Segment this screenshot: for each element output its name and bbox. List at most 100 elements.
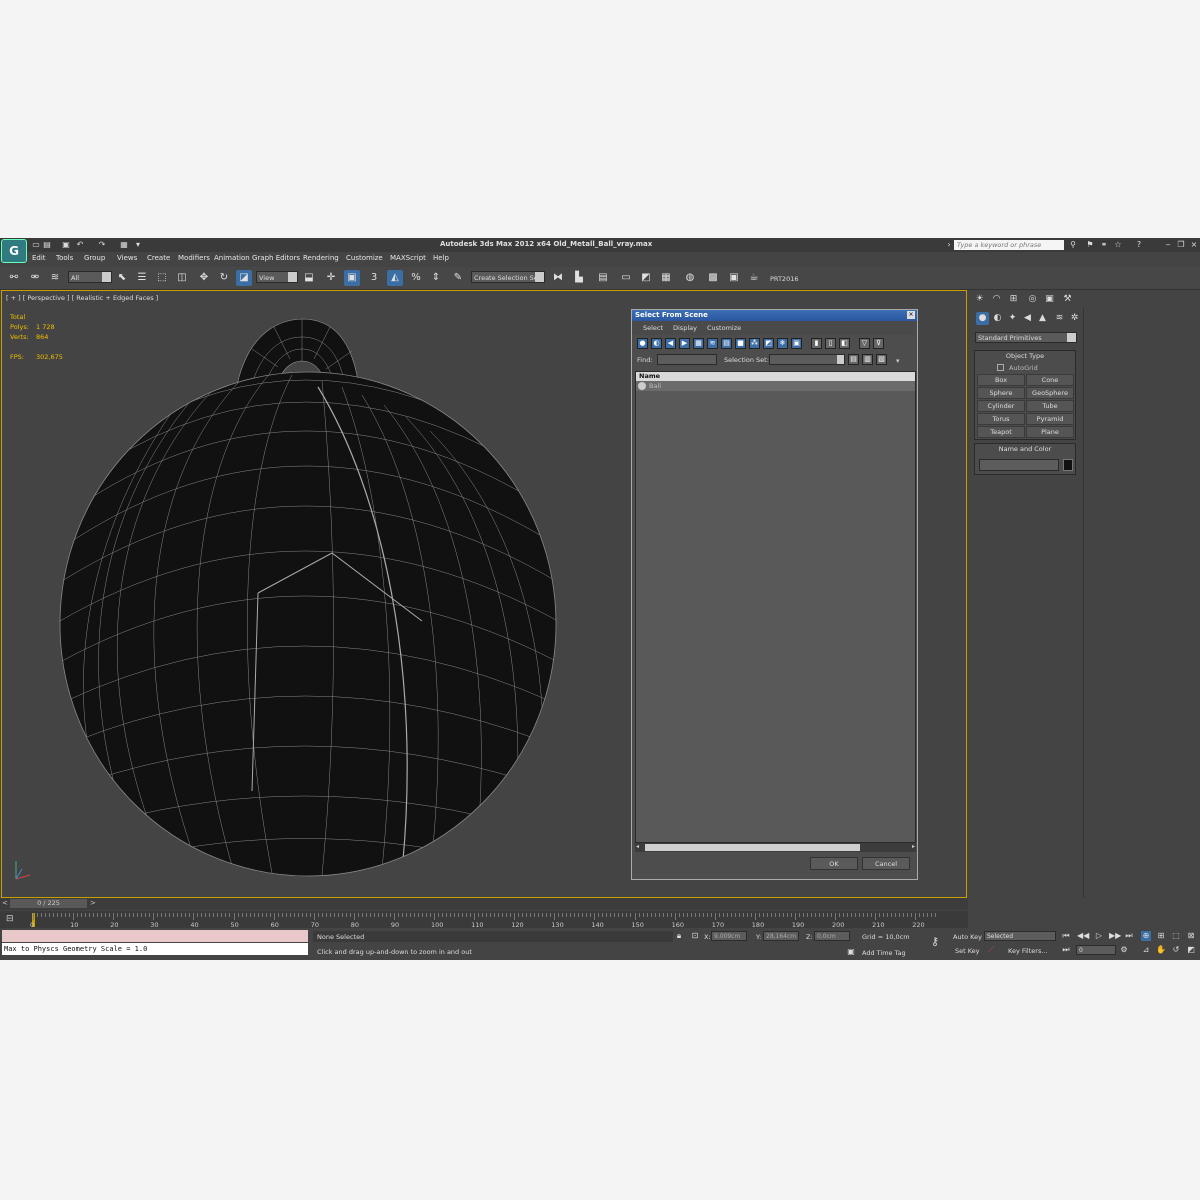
previous-frame-icon[interactable]: < xyxy=(2,899,8,907)
pyramid-button[interactable]: Pyramid xyxy=(1026,413,1074,425)
display-geometry-icon[interactable]: ● xyxy=(637,338,648,349)
menu-edit[interactable]: Edit xyxy=(32,254,46,262)
subscription-icon[interactable]: ⚑ xyxy=(1085,240,1095,250)
redo-icon[interactable]: ↷ xyxy=(98,240,106,250)
cone-button[interactable]: Cone xyxy=(1026,374,1074,386)
track-bar[interactable]: ⊟ 0 10 20 30 40 50 60 70 80 90 100 110 120 130 140 150 1… xyxy=(0,911,968,929)
object-category-dropdown[interactable]: Standard Primitives xyxy=(975,332,1077,343)
orbit-icon[interactable]: ↺ xyxy=(1171,945,1181,955)
menu-tools[interactable]: Tools xyxy=(56,254,73,262)
geometry-icon[interactable]: ● xyxy=(976,312,989,325)
select-manipulate-icon[interactable]: ✛ xyxy=(323,270,339,286)
restore-icon[interactable]: ❐ xyxy=(1176,240,1186,250)
app-logo-button[interactable]: G xyxy=(1,239,27,263)
communication-icon[interactable]: ⚭ xyxy=(1099,240,1109,250)
x-coordinate-input[interactable]: 9,009cm xyxy=(711,931,747,941)
add-time-tag[interactable]: Add Time Tag xyxy=(862,949,906,957)
filter-options-icon[interactable]: ⊽ xyxy=(873,338,884,349)
menu-maxscript[interactable]: MAXScript xyxy=(390,254,426,262)
display-tab-icon[interactable]: ▣ xyxy=(1043,293,1056,306)
close-icon[interactable]: × xyxy=(907,311,915,319)
help-icon[interactable]: ? xyxy=(1134,240,1144,250)
lock-selection-icon[interactable]: 🔒︎ xyxy=(674,931,684,941)
object-name-input[interactable] xyxy=(979,459,1059,471)
time-configuration-icon[interactable]: ⚙ xyxy=(1119,945,1129,955)
select-influences-icon[interactable]: ▧ xyxy=(876,354,887,365)
rendered-frame-window-icon[interactable]: ▣ xyxy=(726,270,742,286)
geosphere-button[interactable]: GeoSphere xyxy=(1026,387,1074,399)
autogrid-checkbox[interactable] xyxy=(997,364,1004,371)
select-invert-icon[interactable]: ◧ xyxy=(839,338,850,349)
material-editor-icon[interactable]: ◍ xyxy=(682,270,698,286)
cancel-button[interactable]: Cancel xyxy=(862,857,910,870)
project-folder-icon[interactable]: ▦ xyxy=(120,240,128,250)
cylinder-button[interactable]: Cylinder xyxy=(977,400,1025,412)
open-file-icon[interactable]: ▤ xyxy=(43,240,51,250)
named-selection-set-dropdown[interactable]: Create Selection Se xyxy=(471,271,545,283)
lights-icon[interactable]: ✦ xyxy=(1006,312,1019,325)
utilities-tab-icon[interactable]: ⚒ xyxy=(1061,293,1074,306)
render-production-icon[interactable]: ☕ xyxy=(746,270,762,286)
y-coordinate-input[interactable]: 28,164cm xyxy=(763,931,799,941)
zoom-extents-all-icon[interactable]: ⊠ xyxy=(1186,931,1196,941)
plane-button[interactable]: Plane xyxy=(1026,426,1074,438)
schematic-view-icon[interactable]: ▦ xyxy=(658,270,674,286)
menu-customize[interactable]: Customize xyxy=(346,254,383,262)
align-icon[interactable]: ▙ xyxy=(571,270,587,286)
next-frame-icon[interactable]: > xyxy=(90,899,96,907)
key-filters-button[interactable]: Key Filters... xyxy=(1008,947,1048,955)
select-by-name-icon[interactable]: ☰ xyxy=(134,270,150,286)
display-xrefs-icon[interactable]: ■ xyxy=(735,338,746,349)
tube-button[interactable]: Tube xyxy=(1026,400,1074,412)
display-containers-icon[interactable]: ◩ xyxy=(763,338,774,349)
absolute-mode-icon[interactable]: ⊡ xyxy=(690,931,700,941)
render-setup-icon[interactable]: ▩ xyxy=(705,270,721,286)
display-cameras-icon[interactable]: ▶ xyxy=(679,338,690,349)
display-bones-icon[interactable]: ⁂ xyxy=(749,338,760,349)
maxscript-listener-input[interactable] xyxy=(2,930,308,942)
spinner-snap-icon[interactable]: ⇕ xyxy=(428,270,444,286)
menu-rendering[interactable]: Rendering xyxy=(303,254,339,262)
display-lights-icon[interactable]: ◀ xyxy=(665,338,676,349)
select-object-icon[interactable]: ⬉ xyxy=(114,270,130,286)
selection-filter-dropdown[interactable]: All xyxy=(68,271,112,283)
create-tab-icon[interactable]: ☀ xyxy=(973,293,986,306)
window-crossing-icon[interactable]: ◫ xyxy=(174,270,190,286)
display-frozen-icon[interactable]: ❄ xyxy=(777,338,788,349)
curve-editor-icon[interactable]: ◩ xyxy=(638,270,654,286)
display-groups-icon[interactable]: ▤ xyxy=(721,338,732,349)
link-icon[interactable]: ⚯ xyxy=(6,270,22,286)
next-key-icon[interactable]: ▶▶ xyxy=(1109,931,1121,941)
scroll-right-icon[interactable]: ▸ xyxy=(912,843,915,850)
select-none-icon[interactable]: ▯ xyxy=(825,338,836,349)
display-helpers-icon[interactable]: ▦ xyxy=(693,338,704,349)
bind-spacewarp-icon[interactable]: ≋ xyxy=(47,270,63,286)
object-type-title[interactable]: Object Type xyxy=(975,351,1075,361)
menu-help[interactable]: Help xyxy=(433,254,449,262)
graphite-ribbon-icon[interactable]: ▭ xyxy=(618,270,634,286)
modify-tab-icon[interactable]: ◠ xyxy=(990,293,1003,306)
rotate-icon[interactable]: ↻ xyxy=(216,270,232,286)
dialog-menu-display[interactable]: Display xyxy=(673,324,697,332)
keyboard-shortcut-override-icon[interactable]: ▣ xyxy=(344,270,360,286)
unlink-icon[interactable]: ⚮ xyxy=(27,270,43,286)
spacewarps-icon[interactable]: ≋ xyxy=(1053,312,1066,325)
selection-set-dropdown[interactable] xyxy=(769,354,845,365)
menu-create[interactable]: Create xyxy=(147,254,170,262)
maximize-viewport-icon[interactable]: ◩ xyxy=(1186,945,1196,955)
angle-snap-icon[interactable]: ◭ xyxy=(387,270,403,286)
filter-icon[interactable]: ▽ xyxy=(859,338,870,349)
zoom-all-icon[interactable]: ⊞ xyxy=(1156,931,1166,941)
favorites-icon[interactable]: ☆ xyxy=(1113,240,1123,250)
percent-snap-icon[interactable]: % xyxy=(408,270,424,286)
menu-group[interactable]: Group xyxy=(84,254,105,262)
find-input[interactable] xyxy=(657,354,717,365)
minimize-icon[interactable]: ‒ xyxy=(1163,240,1173,250)
goto-start-icon[interactable]: ⏮ xyxy=(1061,931,1071,941)
hierarchy-tab-icon[interactable]: ⊞ xyxy=(1007,293,1020,306)
cameras-icon[interactable]: ◀ xyxy=(1021,312,1034,325)
zoom-icon[interactable]: ⊕ xyxy=(1141,931,1151,941)
horizontal-scrollbar[interactable]: ◂ ▸ xyxy=(635,843,916,852)
reference-coordinate-dropdown[interactable]: View xyxy=(256,271,298,283)
z-coordinate-input[interactable]: 0,0cm xyxy=(814,931,850,941)
